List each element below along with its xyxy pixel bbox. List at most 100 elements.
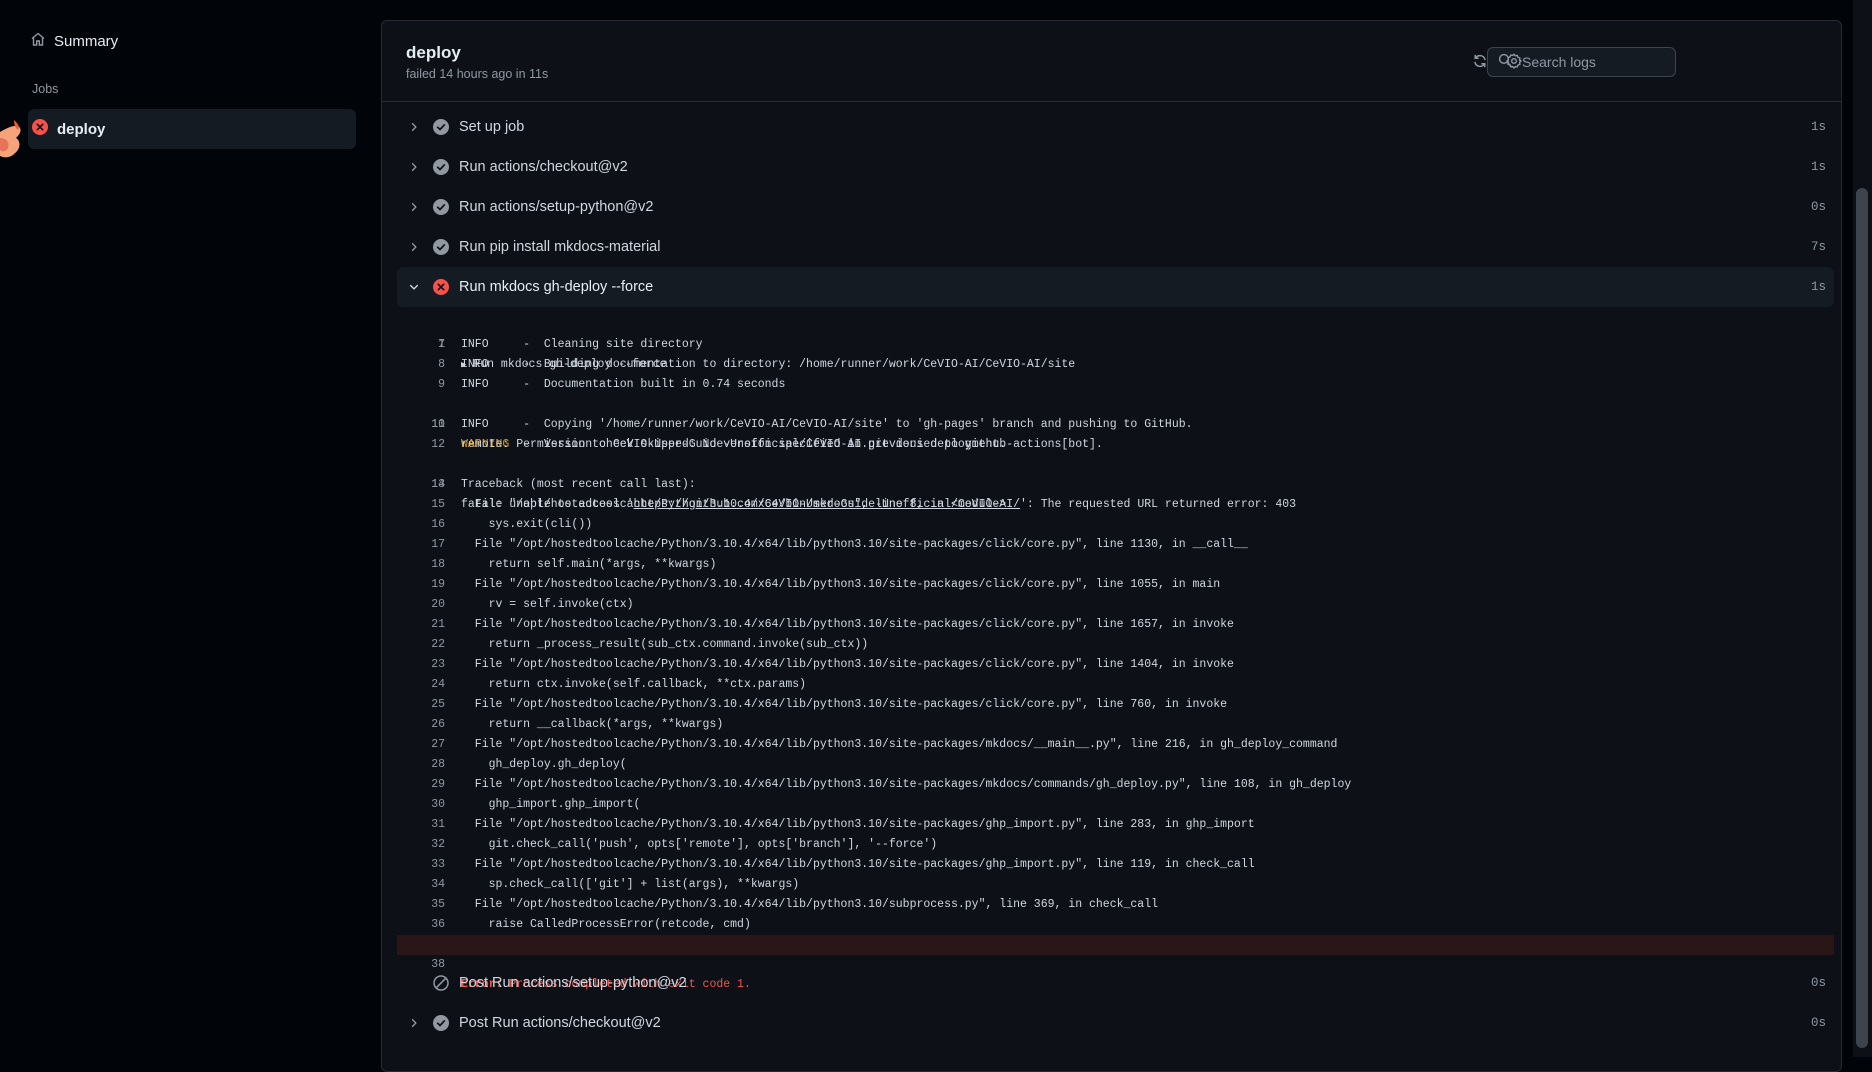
home-icon (30, 31, 46, 51)
chevron-right-icon (406, 201, 422, 213)
log-line: 34 sp.check_call(['git'] + list(args), *… (397, 875, 1834, 895)
line-number[interactable]: 28 (397, 755, 445, 775)
step-post-run-setup-python[interactable]: Post Run actions/setup-python@v2 0s (397, 963, 1834, 1003)
job-log-panel: deploy failed 14 hours ago in 11s Set up… (381, 20, 1842, 1072)
step-label: Set up job (459, 119, 525, 135)
line-number[interactable]: 12 (397, 435, 445, 455)
log-line: 20 rv = self.invoke(ctx) (397, 595, 1834, 615)
step-duration: 7s (1810, 240, 1826, 254)
log-line: 31 File "/opt/hostedtoolcache/Python/3.1… (397, 815, 1834, 835)
log-text: File "/opt/hostedtoolcache/Python/3.10.4… (461, 818, 1255, 831)
step-post-run-checkout[interactable]: Post Run actions/checkout@v2 0s (397, 1003, 1834, 1043)
line-number[interactable]: 36 (397, 915, 445, 935)
log-text: remote: Permission to CeVIO-User-Guide-U… (461, 438, 1103, 451)
log-line: 18 return self.main(*args, **kwargs) (397, 555, 1834, 575)
line-number[interactable]: 32 (397, 835, 445, 855)
log-line: 36 raise CalledProcessError(retcode, cmd… (397, 915, 1834, 935)
line-number[interactable]: 17 (397, 535, 445, 555)
log-text: rv = self.invoke(ctx) (461, 598, 634, 611)
line-number[interactable]: 34 (397, 875, 445, 895)
refresh-button[interactable] (1468, 51, 1492, 75)
chevron-right-icon (406, 161, 422, 173)
line-number[interactable]: 15 (397, 495, 445, 515)
log-line: 25 File "/opt/hostedtoolcache/Python/3.1… (397, 695, 1834, 715)
log-line: 7 INFO - Cleaning site directory (397, 335, 1834, 355)
sidebar: Summary Jobs deploy (0, 0, 380, 1057)
log-text: return ctx.invoke(self.callback, **ctx.p… (461, 678, 807, 691)
log-line: 16 sys.exit(cli()) (397, 515, 1834, 535)
line-number[interactable]: 25 (397, 695, 445, 715)
line-number[interactable]: 30 (397, 795, 445, 815)
steps-list: Set up job 1s Run actions/checkout@v2 1s… (397, 107, 1834, 1043)
log-text: INFO - Building documentation to directo… (461, 358, 1076, 371)
line-number[interactable]: 20 (397, 595, 445, 615)
sidebar-item-summary[interactable]: Summary (30, 28, 118, 54)
line-number[interactable]: 26 (397, 715, 445, 735)
log-text: File "/opt/hostedtoolcache/Python/3.10.4… (461, 538, 1248, 551)
x-circle-icon (433, 279, 449, 295)
sidebar-item-deploy-job[interactable]: deploy (28, 109, 356, 149)
line-number[interactable]: 24 (397, 675, 445, 695)
line-number[interactable]: 31 (397, 815, 445, 835)
line-number[interactable]: 18 (397, 555, 445, 575)
line-number[interactable]: 8 (397, 355, 445, 375)
line-number[interactable]: 16 (397, 515, 445, 535)
line-number[interactable]: 35 (397, 895, 445, 915)
line-number[interactable]: 23 (397, 655, 445, 675)
log-line: 24 return ctx.invoke(self.callback, **ct… (397, 675, 1834, 695)
log-line: 14 Traceback (most recent call last): (397, 475, 1834, 495)
step-label: Post Run actions/checkout@v2 (459, 1015, 661, 1031)
log-line: 23 File "/opt/hostedtoolcache/Python/3.1… (397, 655, 1834, 675)
log-line: 32 git.check_call('push', opts['remote']… (397, 835, 1834, 855)
line-number[interactable]: 33 (397, 855, 445, 875)
line-number[interactable]: 22 (397, 635, 445, 655)
step-duration: 0s (1810, 1016, 1826, 1030)
step-run-mkdocs-gh-deploy[interactable]: Run mkdocs gh-deploy --force 1s (397, 267, 1834, 307)
log-line: 29 File "/opt/hostedtoolcache/Python/3.1… (397, 775, 1834, 795)
search-input[interactable] (1520, 53, 1674, 71)
step-label: Run pip install mkdocs-material (459, 239, 661, 255)
log-text: INFO - Documentation built in 0.74 secon… (461, 378, 786, 391)
line-number[interactable]: 11 (397, 415, 445, 435)
chevron-right-icon (406, 1017, 422, 1029)
settings-button[interactable] (1502, 51, 1526, 75)
scrollbar-thumb[interactable] (1856, 188, 1868, 1048)
sidebar-item-deploy-label: deploy (57, 120, 106, 138)
line-number[interactable]: 19 (397, 575, 445, 595)
log-text: INFO - Cleaning site directory (461, 338, 703, 351)
log-text: ghp_import.ghp_import( (461, 798, 641, 811)
job-header: deploy failed 14 hours ago in 11s (382, 21, 1841, 102)
log-text: File "/opt/hostedtoolcache/Python/3.10.4… (461, 738, 1338, 751)
sync-icon (1472, 53, 1488, 74)
step-label: Run actions/setup-python@v2 (459, 199, 654, 215)
log-text: File "/opt/hostedtoolcache/Python/3.10.4… (461, 778, 1352, 791)
line-number[interactable]: 9 (397, 375, 445, 395)
page-scrollbar[interactable] (1853, 0, 1872, 1057)
log-text: File "/opt/hostedtoolcache/Python/3.10.4… (461, 898, 1159, 911)
line-number[interactable]: 21 (397, 615, 445, 635)
log-text: return __callback(*args, **kwargs) (461, 718, 724, 731)
log-line: 15 File "/opt/hostedtoolcache/Python/3.1… (397, 495, 1834, 515)
step-set-up-job[interactable]: Set up job 1s (397, 107, 1834, 147)
step-duration: 0s (1810, 200, 1826, 214)
log-line: 33 File "/opt/hostedtoolcache/Python/3.1… (397, 855, 1834, 875)
step-label: Post Run actions/setup-python@v2 (459, 975, 687, 991)
line-number[interactable]: 27 (397, 735, 445, 755)
step-run-checkout[interactable]: Run actions/checkout@v2 1s (397, 147, 1834, 187)
log-text: File "/opt/hostedtoolcache/Python/3.10.4… (461, 578, 1221, 591)
log-text: gh_deploy.gh_deploy( (461, 758, 627, 771)
line-number[interactable]: 29 (397, 775, 445, 795)
step-run-pip-install[interactable]: Run pip install mkdocs-material 7s (397, 227, 1834, 267)
job-status-text: failed 14 hours ago in 11s (406, 67, 549, 81)
step-log-output: 1 ▶ Run mkdocs gh-deploy --force 7 INFO -… (397, 315, 1834, 991)
skip-icon (433, 975, 449, 991)
line-number[interactable]: 7 (397, 335, 445, 355)
x-circle-icon (32, 119, 48, 139)
log-text: File "/opt/hostedtoolcache/Python/3.10.4… (461, 698, 1228, 711)
log-line[interactable]: 1 ▶ Run mkdocs gh-deploy --force (397, 315, 1834, 371)
step-run-setup-python[interactable]: Run actions/setup-python@v2 0s (397, 187, 1834, 227)
step-duration: 0s (1810, 976, 1826, 990)
log-line: 9 INFO - Documentation built in 0.74 seco… (397, 375, 1834, 395)
line-number[interactable]: 14 (397, 475, 445, 495)
log-text: File "/opt/hostedtoolcache/Python/3.10.4… (461, 658, 1234, 671)
